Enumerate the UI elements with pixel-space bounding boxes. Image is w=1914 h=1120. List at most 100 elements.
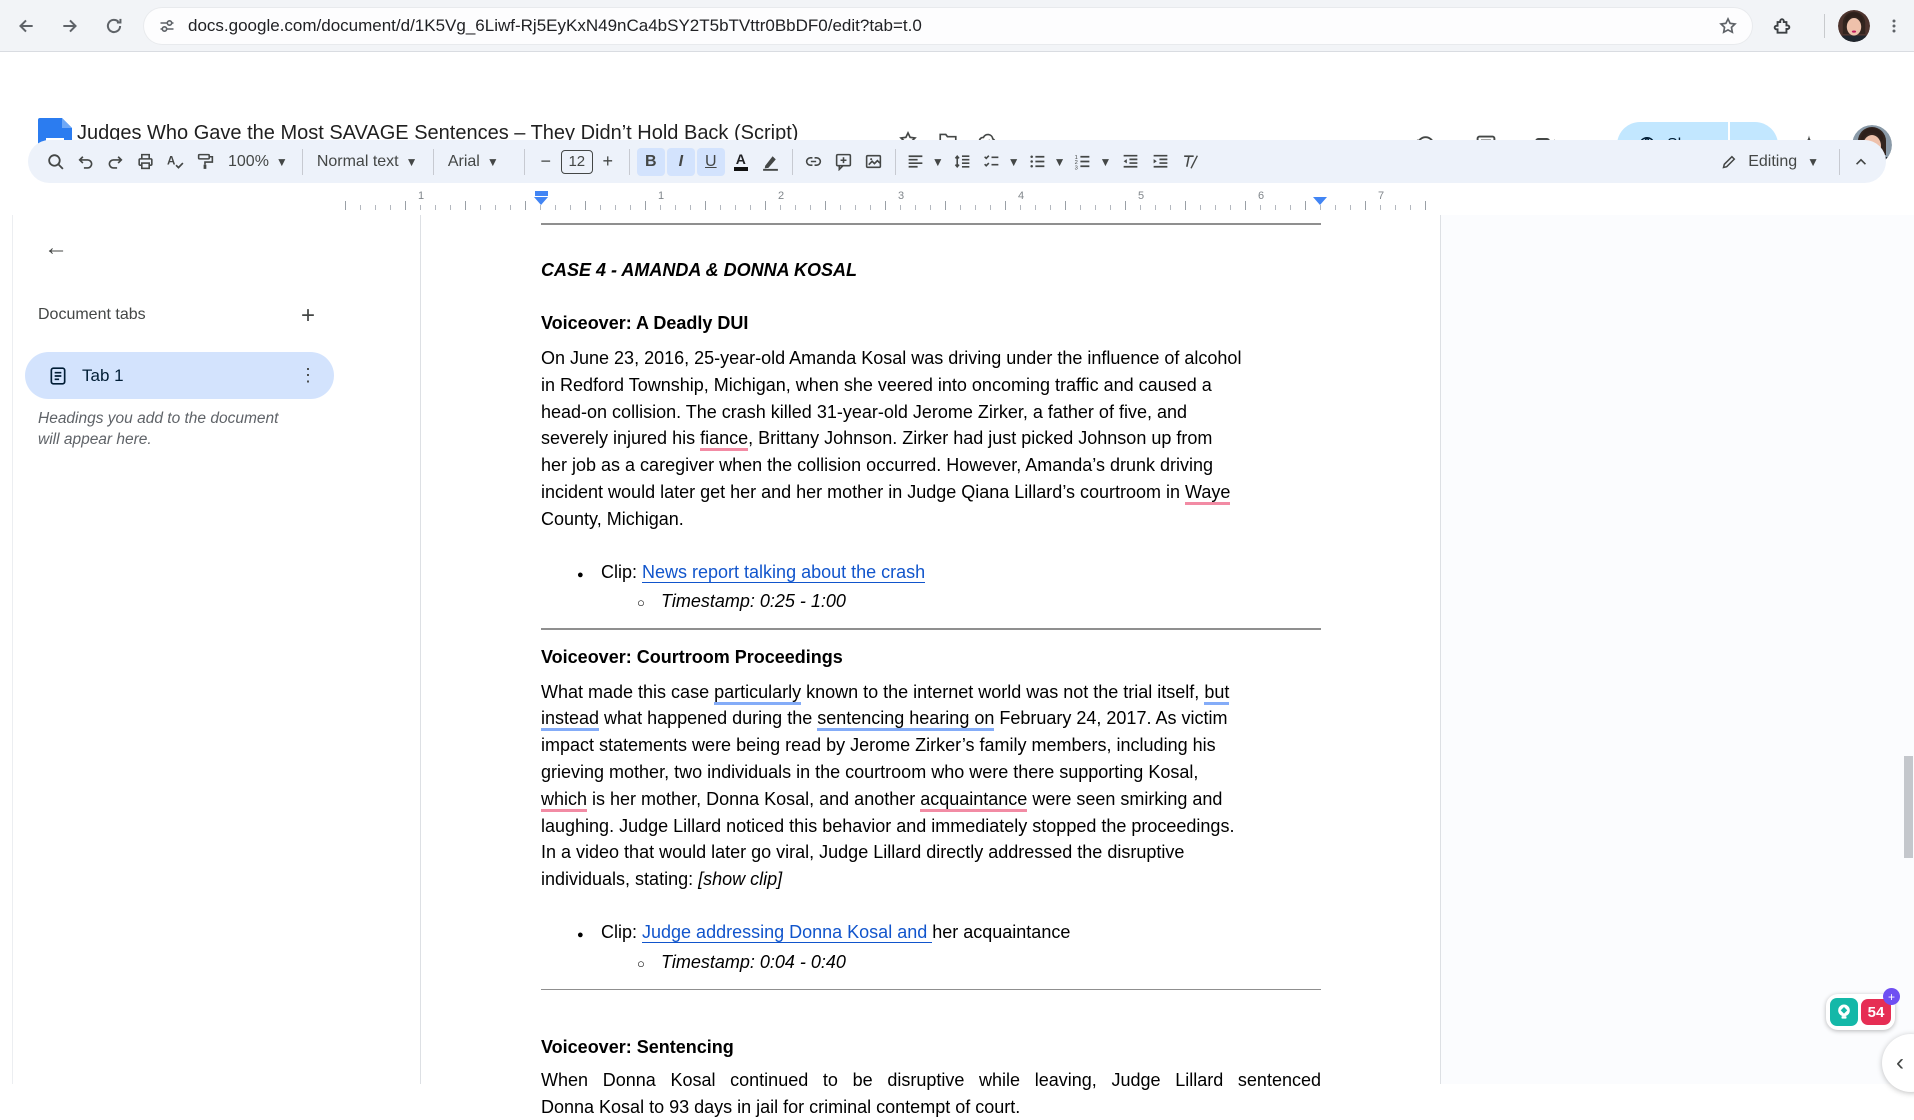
- bulleted-list-icon: [1030, 155, 1044, 168]
- doc-bullet-item: ● Clip: News report talking about the cra…: [541, 559, 1321, 589]
- horizontal-rule: [541, 988, 1321, 991]
- print-icon[interactable]: [131, 148, 159, 176]
- doc-line: instead what happened during the sentenc…: [541, 705, 1321, 732]
- doc-text: laughing. Judge Lillard noticed this beh…: [541, 815, 1235, 836]
- decrease-font-size-button[interactable]: −: [532, 148, 560, 176]
- chevron-down-icon: ▼: [275, 154, 288, 169]
- ruler-number: 1: [417, 190, 425, 202]
- highlight-color-icon[interactable]: [757, 148, 785, 176]
- doc-bullet-item: ○ Timestamp: 0:25 - 1:00: [541, 588, 1321, 617]
- text-color-button[interactable]: A: [727, 148, 755, 176]
- doc-text: Timestamp: 0:04 - 0:40: [661, 951, 846, 972]
- clear-formatting-icon[interactable]: [1176, 148, 1204, 176]
- doc-heading: Voiceover: A Deadly DUI: [541, 313, 749, 334]
- doc-text: acquaintance: [920, 788, 1028, 812]
- browser-forward-icon[interactable]: [52, 8, 88, 44]
- increase-indent-icon[interactable]: [1146, 148, 1174, 176]
- font-select[interactable]: Arial ▼: [440, 148, 518, 176]
- doc-text: grieving mother, two individuals in the …: [541, 761, 1199, 782]
- doc-text: When Donna Kosal continued to be disrupt…: [541, 1069, 1321, 1090]
- zoom-select[interactable]: 100% ▼: [220, 148, 296, 176]
- editing-mode-select[interactable]: Editing ▼: [1706, 144, 1833, 180]
- bulleted-list-select[interactable]: ▼: [1024, 148, 1070, 176]
- ruler-number: 3: [897, 190, 905, 202]
- paragraph-styles-select[interactable]: Normal text ▼: [309, 148, 427, 176]
- insert-link-icon[interactable]: [800, 148, 828, 176]
- url-text: docs.google.com/document/d/1K5Vg_6Liwf-R…: [188, 16, 922, 35]
- paint-format-icon[interactable]: [191, 148, 219, 176]
- pencil-icon: [1722, 155, 1736, 169]
- doc-text: sentencing hearing on: [817, 708, 995, 732]
- doc-text: were seen smirking and: [1027, 788, 1223, 809]
- doc-text: [show clip]: [698, 869, 783, 890]
- checklist-select[interactable]: ▼: [978, 148, 1024, 176]
- doc-text: Timestamp: 0:25 - 1:00: [661, 591, 846, 612]
- doc-line: head-on collision. The crash killed 31-y…: [541, 399, 1321, 426]
- doc-heading: CASE 4 - AMANDA & DONNA KOSAL: [541, 259, 858, 280]
- left-indent-marker[interactable]: [534, 197, 548, 205]
- doc-line: On June 23, 2016, 25-year-old Amanda Kos…: [541, 345, 1321, 372]
- document-tabs-title: Document tabs: [38, 306, 146, 323]
- doc-text: individuals, stating:: [541, 869, 699, 890]
- hide-menus-chevron-icon[interactable]: [1847, 148, 1875, 176]
- docs-toolbar: A 100% ▼ Normal text ▼ Arial ▼ − 12 + B …: [28, 140, 1886, 183]
- doc-line: in Redford Township, Michigan, when she …: [541, 372, 1321, 399]
- chevron-down-icon: ▼: [1807, 154, 1819, 169]
- doc-link[interactable]: Judge addressing Donna Kosal and: [642, 921, 933, 943]
- tab-1-item[interactable]: Tab 1 ⋮: [25, 352, 334, 399]
- add-tab-button[interactable]: +: [290, 298, 326, 334]
- ruler-number: 5: [1137, 190, 1145, 202]
- search-menus-icon[interactable]: [41, 148, 69, 176]
- toolbar-separator: [523, 148, 525, 175]
- chevron-down-icon: ▼: [931, 154, 944, 169]
- vertical-scrollbar-thumb[interactable]: [1904, 756, 1913, 858]
- doc-text: Waye: [1185, 482, 1231, 506]
- doc-text: severely injured his: [541, 428, 701, 449]
- site-settings-icon[interactable]: [158, 17, 176, 35]
- doc-heading: Voiceover: Courtroom Proceedings: [541, 646, 843, 667]
- doc-text: Clip:: [601, 561, 643, 582]
- numbered-list-select[interactable]: 123 ▼: [1069, 148, 1115, 176]
- tab-options-kebab-icon[interactable]: ⋮: [294, 362, 322, 390]
- insert-image-icon[interactable]: [860, 148, 888, 176]
- increase-font-size-button[interactable]: +: [594, 148, 622, 176]
- redo-icon[interactable]: [101, 148, 129, 176]
- close-outline-arrow-icon[interactable]: ←: [36, 228, 76, 268]
- doc-text: particularly: [714, 681, 802, 705]
- undo-icon[interactable]: [71, 148, 99, 176]
- doc-text: County, Michigan.: [541, 508, 684, 529]
- add-comment-icon[interactable]: [830, 148, 858, 176]
- doc-text: her job as a caregiver when the collisio…: [541, 455, 1214, 476]
- italic-button[interactable]: I: [666, 147, 695, 176]
- browser-menu-kebab-icon[interactable]: [1876, 8, 1912, 44]
- decrease-indent-icon[interactable]: [1116, 148, 1144, 176]
- doc-text: is her mother, Donna Kosal, and another: [587, 788, 921, 809]
- font-size-input[interactable]: 12: [560, 149, 593, 174]
- doc-line: laughing. Judge Lillard noticed this beh…: [541, 813, 1321, 840]
- doc-text: what happened during the: [599, 708, 818, 729]
- address-bar[interactable]: docs.google.com/document/d/1K5Vg_6Liwf-R…: [144, 8, 1752, 44]
- extensions-puzzle-icon[interactable]: [1764, 8, 1800, 44]
- browser-profile-avatar[interactable]: [1838, 10, 1870, 42]
- align-select[interactable]: ▼: [902, 148, 948, 176]
- chevron-down-icon: ▼: [1007, 154, 1020, 169]
- browser-reload-icon[interactable]: [96, 8, 132, 44]
- extension-widget[interactable]: 54 +: [1826, 988, 1900, 1030]
- doc-paragraph: When Donna Kosal continued to be disrupt…: [541, 1067, 1321, 1120]
- doc-line: grieving mother, two individuals in the …: [541, 759, 1321, 786]
- first-line-indent-marker[interactable]: [535, 191, 548, 196]
- bold-button[interactable]: B: [636, 147, 665, 176]
- document-page[interactable]: CASE 4 - AMANDA & DONNA KOSAL Voiceover: …: [420, 215, 1441, 1117]
- doc-line: County, Michigan.: [541, 506, 1321, 533]
- doc-link[interactable]: News report talking about the crash: [642, 561, 926, 583]
- bullet-marker: ●: [577, 928, 584, 941]
- underline-button[interactable]: U: [696, 147, 725, 176]
- spelling-check-icon[interactable]: A: [161, 148, 189, 176]
- bullet-marker: ○: [637, 955, 645, 971]
- bookmark-star-icon[interactable]: [1718, 16, 1738, 36]
- right-indent-marker[interactable]: [1313, 197, 1327, 205]
- font-value: Arial: [447, 152, 480, 170]
- doc-text: which: [541, 788, 588, 812]
- line-spacing-icon[interactable]: [949, 148, 977, 176]
- browser-back-icon[interactable]: [8, 8, 44, 44]
